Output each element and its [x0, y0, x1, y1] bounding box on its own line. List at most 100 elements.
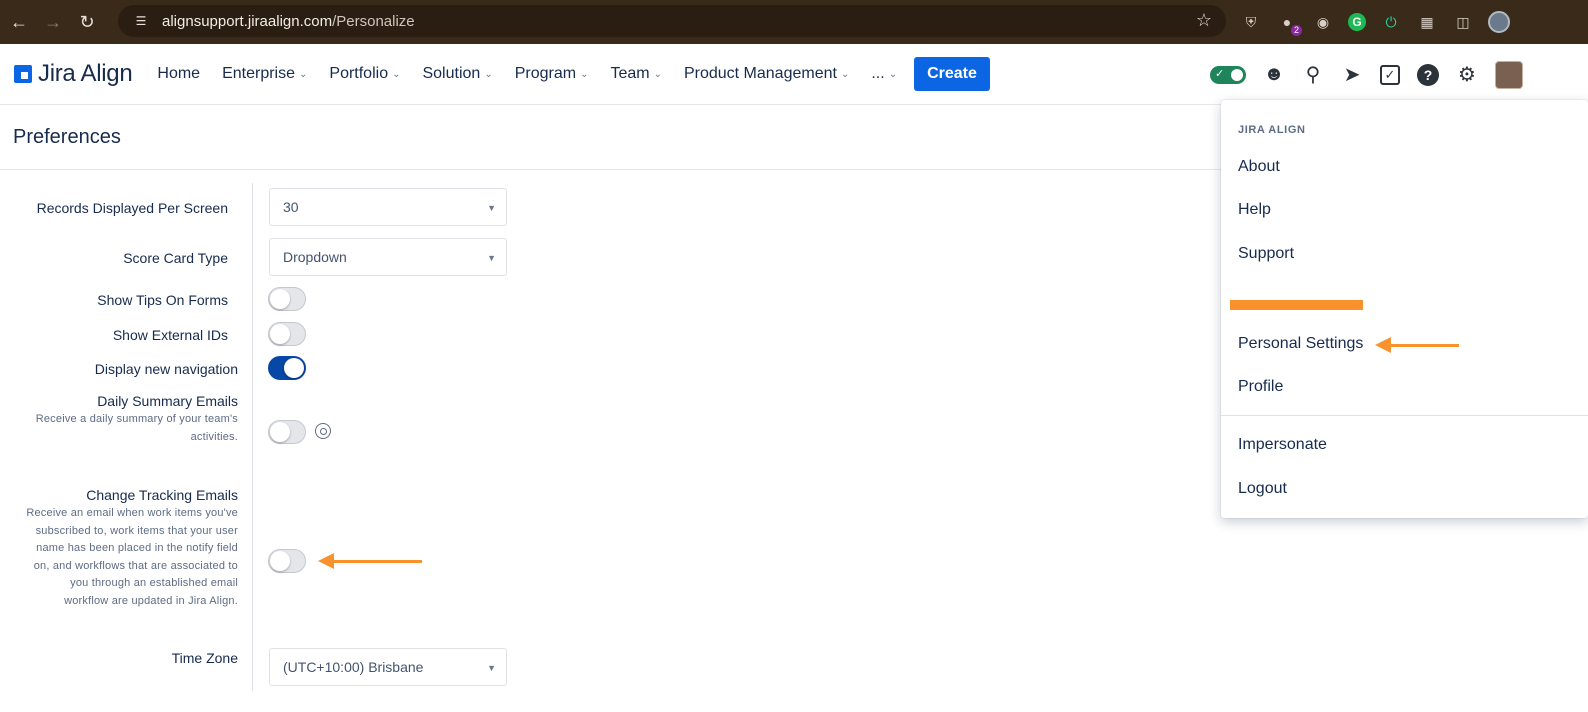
- rocket-icon[interactable]: ➤: [1341, 64, 1363, 86]
- daily-summary-desc: Receive a daily summary of your team's ac…: [36, 411, 238, 446]
- timezone-select[interactable]: (UTC+10:00) Brisbane ▼: [269, 648, 507, 686]
- chevron-down-icon: ⌄: [653, 68, 662, 80]
- records-value: 30: [283, 199, 299, 215]
- gear-icon[interactable]: ⚙: [1456, 64, 1478, 86]
- target-icon[interactable]: [315, 423, 331, 439]
- chevron-down-icon: ⌄: [580, 68, 589, 80]
- change-tracking-group: Change Tracking Emails Receive an email …: [26, 487, 238, 610]
- chevron-down-icon: ⌄: [840, 68, 850, 80]
- redaction-bar: [1230, 300, 1363, 310]
- menu-item-logout[interactable]: Logout: [1238, 480, 1287, 498]
- owl-extension-icon[interactable]: ◉: [1312, 11, 1334, 33]
- nav-item-label: Program: [514, 65, 577, 82]
- change-desc-line: you through an established email: [70, 577, 238, 589]
- url-text: alignsupport.jiraalign.com/Personalize: [162, 13, 415, 30]
- daily-desc-line: activities.: [190, 430, 238, 443]
- preferences-form: Records Displayed Per Screen 30 ▼ Score …: [0, 171, 1220, 712]
- shield-extension-icon[interactable]: ⛨: [1240, 11, 1262, 33]
- nav-item-portfolio[interactable]: Portfolio ⌄: [318, 44, 411, 105]
- daily-summary-group: Daily Summary Emails Receive a daily sum…: [36, 393, 238, 446]
- search-icon[interactable]: ⚲: [1302, 64, 1324, 86]
- change-tracking-toggle[interactable]: [268, 549, 306, 573]
- daily-desc-line: Receive a daily summary of your team's: [35, 413, 238, 425]
- cookie-extension-icon[interactable]: ● 2: [1276, 11, 1302, 36]
- records-select[interactable]: 30 ▼: [269, 188, 507, 226]
- form-divider: [252, 183, 253, 691]
- chevron-down-icon: ⌄: [888, 68, 898, 80]
- nav-item-home[interactable]: Home: [146, 44, 211, 105]
- chevron-down-icon: ⌄: [392, 68, 401, 80]
- settings-dropdown-menu: JIRA ALIGN About Help Support Personal S…: [1221, 100, 1588, 518]
- forward-icon[interactable]: →: [36, 5, 70, 39]
- jira-align-logo[interactable]: Jira Align: [14, 60, 133, 88]
- bookmark-star-icon[interactable]: ☆: [1196, 10, 1212, 31]
- reload-icon[interactable]: ↻: [70, 5, 104, 39]
- daily-summary-label: Daily Summary Emails: [97, 393, 238, 409]
- caret-down-icon: ▼: [487, 253, 496, 263]
- nav-item-team[interactable]: Team ⌄: [599, 44, 673, 105]
- new-nav-toggle[interactable]: [268, 356, 306, 380]
- external-ids-label: Show External IDs: [112, 327, 228, 343]
- menu-item-about[interactable]: About: [1238, 158, 1280, 176]
- puzzle-extensions-icon[interactable]: ▦: [1416, 11, 1438, 33]
- nav-item-enterprise[interactable]: Enterprise ⌄: [211, 44, 318, 105]
- nav-item-label: ...: [871, 65, 885, 82]
- help-icon[interactable]: ?: [1417, 63, 1439, 86]
- address-bar[interactable]: ☰ alignsupport.jiraalign.com/Personalize…: [118, 5, 1226, 37]
- menu-item-profile[interactable]: Profile: [1238, 378, 1283, 396]
- nav-item-product-management[interactable]: Product Management ⌄: [673, 44, 860, 105]
- menu-item-impersonate[interactable]: Impersonate: [1238, 436, 1327, 454]
- external-ids-toggle[interactable]: [268, 322, 306, 346]
- caret-down-icon: ▼: [487, 203, 496, 213]
- url-path: /Personalize: [332, 12, 415, 30]
- menu-item-help[interactable]: Help: [1238, 201, 1271, 219]
- change-desc-line: subscribed to, work items that your user: [35, 524, 238, 537]
- nav-item-label: Product Management: [683, 65, 837, 82]
- timezone-label: Time Zone: [171, 650, 238, 666]
- change-desc-line: on, and workflows that are associated to: [33, 559, 238, 572]
- menu-item-support[interactable]: Support: [1238, 245, 1294, 263]
- nav-right-icons: ☻ ⚲ ➤ ✓ ? ⚙: [1210, 44, 1523, 105]
- scorecard-select[interactable]: Dropdown ▼: [269, 238, 507, 276]
- annotation-arrow: [318, 553, 422, 569]
- nav-item-label: Team: [610, 65, 650, 82]
- records-label: Records Displayed Per Screen: [36, 200, 228, 216]
- timezone-value: (UTC+10:00) Brisbane: [283, 659, 424, 675]
- change-tracking-label: Change Tracking Emails: [86, 487, 238, 503]
- user-circle-icon[interactable]: ☻: [1263, 63, 1285, 86]
- side-panel-icon[interactable]: ◫: [1452, 11, 1474, 33]
- change-desc-line: Receive an email when work items you've: [26, 507, 238, 519]
- tips-toggle[interactable]: [268, 287, 306, 311]
- page-title: Preferences: [13, 125, 121, 148]
- nav-item-solution[interactable]: Solution ⌄: [411, 44, 503, 105]
- new-navigation-toggle[interactable]: [1210, 65, 1246, 84]
- nav-item-label: Enterprise: [222, 65, 295, 82]
- create-button[interactable]: Create: [914, 57, 990, 91]
- menu-item-personal-settings[interactable]: Personal Settings: [1238, 335, 1363, 353]
- back-icon[interactable]: ←: [2, 5, 36, 39]
- browser-profile-avatar[interactable]: [1488, 11, 1510, 33]
- annotation-arrow: [1375, 337, 1459, 353]
- extension-badge: 2: [1290, 25, 1302, 36]
- url-host: alignsupport.jiraalign.com: [162, 12, 333, 30]
- nav-item-label: Solution: [422, 65, 481, 82]
- nav-item-label: Portfolio: [329, 65, 389, 82]
- checkbox-tasks-icon[interactable]: ✓: [1380, 64, 1400, 85]
- menu-divider: [1221, 415, 1588, 416]
- daily-summary-toggle[interactable]: [268, 420, 306, 444]
- nav-item-label: Home: [157, 65, 201, 82]
- nav-item-program[interactable]: Program ⌄: [504, 44, 600, 105]
- change-tracking-desc: Receive an email when work items you've …: [26, 505, 238, 610]
- nav-item-more[interactable]: ... ⌄: [860, 44, 908, 105]
- logo-text: Jira Align: [38, 60, 133, 87]
- chevron-down-icon: ⌄: [484, 68, 493, 80]
- app-top-nav: Jira Align Home Enterprise ⌄ Portfolio ⌄ S…: [0, 44, 1588, 105]
- site-settings-icon[interactable]: ☰: [130, 10, 152, 32]
- user-avatar[interactable]: [1495, 60, 1523, 89]
- grammarly-extension-icon[interactable]: G: [1348, 13, 1366, 31]
- extensions-area: ⛨ ● 2 ◉ G ⏻ ▦ ◫: [1240, 0, 1510, 44]
- scorecard-label: Score Card Type: [123, 250, 228, 266]
- power-extension-icon[interactable]: ⏻: [1380, 11, 1402, 33]
- scorecard-value: Dropdown: [283, 249, 347, 265]
- new-nav-label: Display new navigation: [94, 361, 238, 377]
